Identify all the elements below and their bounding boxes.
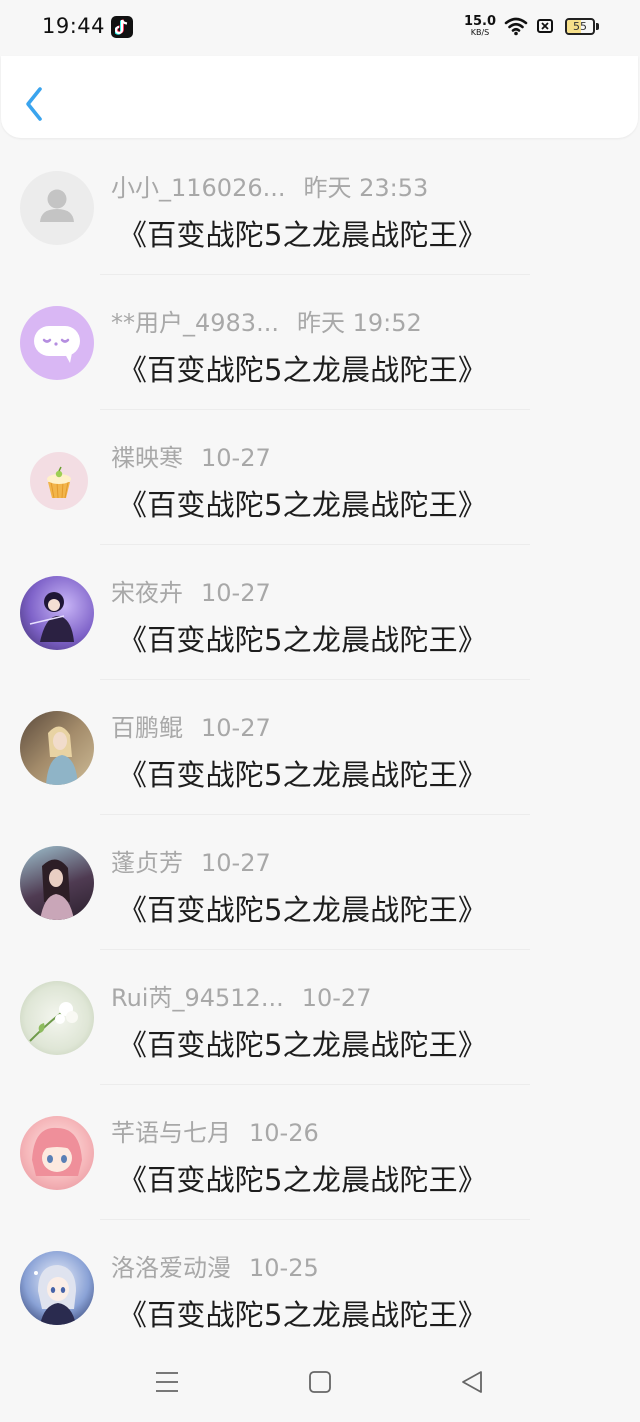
- anime-figure-icon: [29, 592, 74, 642]
- menu-button[interactable]: [155, 1370, 179, 1398]
- default-user-avatar[interactable]: [20, 171, 94, 245]
- list-item[interactable]: 洛洛爱动漫 10-25 《百变战陀5之龙晨战陀王》: [0, 1220, 640, 1355]
- list-item[interactable]: 褋映寒 10-27 《百变战陀5之龙晨战陀王》: [0, 410, 640, 545]
- message-text: 《百变战陀5之龙晨战陀王》: [118, 1298, 488, 1332]
- sim-off-icon: [537, 19, 553, 33]
- girl-dark-avatar[interactable]: [20, 846, 94, 920]
- message-date: 10-26: [249, 1119, 319, 1147]
- cupcake-icon: [47, 466, 71, 499]
- user-name: 蓬贞芳: [111, 849, 183, 877]
- person-icon: [40, 189, 74, 222]
- user-name: 洛洛爱动漫: [111, 1254, 231, 1282]
- message-text: 《百变战陀5之龙晨战陀王》: [118, 1163, 488, 1197]
- user-meta: **用户_4983... 昨天 19:52: [111, 303, 422, 338]
- user-meta: 芊语与七月 10-26: [111, 1113, 319, 1148]
- network-speed-value: 15.0: [463, 14, 497, 29]
- list-item[interactable]: 芊语与七月 10-26 《百变战陀5之龙晨战陀王》: [0, 1085, 640, 1220]
- user-meta: 蓬贞芳 10-27: [111, 843, 271, 878]
- message-date: 10-25: [249, 1254, 319, 1282]
- battery-text: 55: [573, 20, 587, 33]
- back-triangle-icon: [462, 1371, 482, 1393]
- battery-tip: [596, 23, 599, 30]
- list-item[interactable]: Rui芮_94512... 10-27 《百变战陀5之龙晨战陀王》: [0, 950, 640, 1085]
- home-button[interactable]: [308, 1370, 332, 1398]
- anime-pink-icon: [32, 1127, 82, 1176]
- list-item[interactable]: 小小_116026... 昨天 23:53 《百变战陀5之龙晨战陀王》: [0, 140, 640, 275]
- message-date: 10-27: [201, 579, 271, 607]
- message-date: 10-27: [201, 444, 271, 472]
- chat-bubble-avatar[interactable]: [20, 306, 94, 380]
- chat-bubble-icon: [34, 326, 80, 363]
- message-text: 《百变战陀5之龙晨战陀王》: [118, 758, 488, 792]
- list-item[interactable]: 百鹏鲲 10-27 《百变战陀5之龙晨战陀王》: [0, 680, 640, 815]
- user-name: 芊语与七月: [111, 1119, 231, 1147]
- user-meta: 洛洛爱动漫 10-25: [111, 1248, 319, 1283]
- flower-avatar[interactable]: [20, 981, 94, 1055]
- user-meta: Rui芮_94512... 10-27: [111, 978, 371, 1013]
- list-item[interactable]: 宋夜卉 10-27 《百变战陀5之龙晨战陀王》: [0, 545, 640, 680]
- status-time: 19:44: [42, 14, 106, 38]
- network-speed: 15.0 KB/S: [463, 15, 497, 37]
- home-icon: [309, 1371, 331, 1393]
- system-nav-bar: [0, 1350, 640, 1422]
- user-name: 褋映寒: [111, 444, 183, 472]
- girl-photo-avatar[interactable]: [20, 711, 94, 785]
- message-date: 10-27: [201, 849, 271, 877]
- tiktok-icon: [111, 16, 133, 38]
- message-text: 《百变战陀5之龙晨战陀王》: [118, 623, 488, 657]
- user-name: 百鹏鲲: [111, 714, 183, 742]
- anime-purple-avatar[interactable]: [20, 576, 94, 650]
- girl-dark-icon: [40, 859, 74, 920]
- status-bar: 19:44 15.0 KB/S 55: [0, 0, 640, 58]
- battery-icon: 55: [565, 18, 595, 35]
- back-nav-button[interactable]: [460, 1370, 484, 1398]
- header-bar: [1, 56, 638, 138]
- chevron-left-icon: [26, 87, 42, 121]
- anime-pink-avatar[interactable]: [20, 1116, 94, 1190]
- anime-blue-avatar[interactable]: [20, 1251, 94, 1325]
- menu-icon: [156, 1372, 178, 1392]
- message-text: 《百变战陀5之龙晨战陀王》: [118, 218, 488, 252]
- user-meta: 小小_116026... 昨天 23:53: [111, 168, 428, 203]
- message-date: 10-27: [201, 714, 271, 742]
- user-name: **用户_4983...: [111, 309, 279, 337]
- user-name: 小小_116026...: [111, 174, 286, 202]
- user-name: 宋夜卉: [111, 579, 183, 607]
- message-text: 《百变战陀5之龙晨战陀王》: [118, 353, 488, 387]
- anime-blue-icon: [34, 1265, 76, 1325]
- back-button[interactable]: [19, 84, 49, 124]
- message-date: 昨天 23:53: [303, 174, 429, 202]
- message-text: 《百变战陀5之龙晨战陀王》: [118, 1028, 488, 1062]
- message-text: 《百变战陀5之龙晨战陀王》: [118, 893, 488, 927]
- cupcake-avatar[interactable]: [30, 452, 88, 510]
- user-meta: 褋映寒 10-27: [111, 438, 271, 473]
- flower-icon: [29, 1002, 78, 1042]
- message-text: 《百变战陀5之龙晨战陀王》: [118, 488, 488, 522]
- network-speed-unit: KB/S: [470, 28, 490, 37]
- girl-photo-icon: [46, 726, 78, 785]
- user-name: Rui芮_94512...: [111, 984, 284, 1012]
- wifi-icon: [504, 17, 528, 36]
- message-date: 10-27: [301, 984, 372, 1012]
- message-date: 昨天 19:52: [296, 309, 422, 337]
- user-meta: 宋夜卉 10-27: [111, 573, 271, 608]
- list-item[interactable]: 蓬贞芳 10-27 《百变战陀5之龙晨战陀王》: [0, 815, 640, 950]
- list-item[interactable]: **用户_4983... 昨天 19:52 《百变战陀5之龙晨战陀王》: [0, 275, 640, 410]
- user-meta: 百鹏鲲 10-27: [111, 708, 271, 743]
